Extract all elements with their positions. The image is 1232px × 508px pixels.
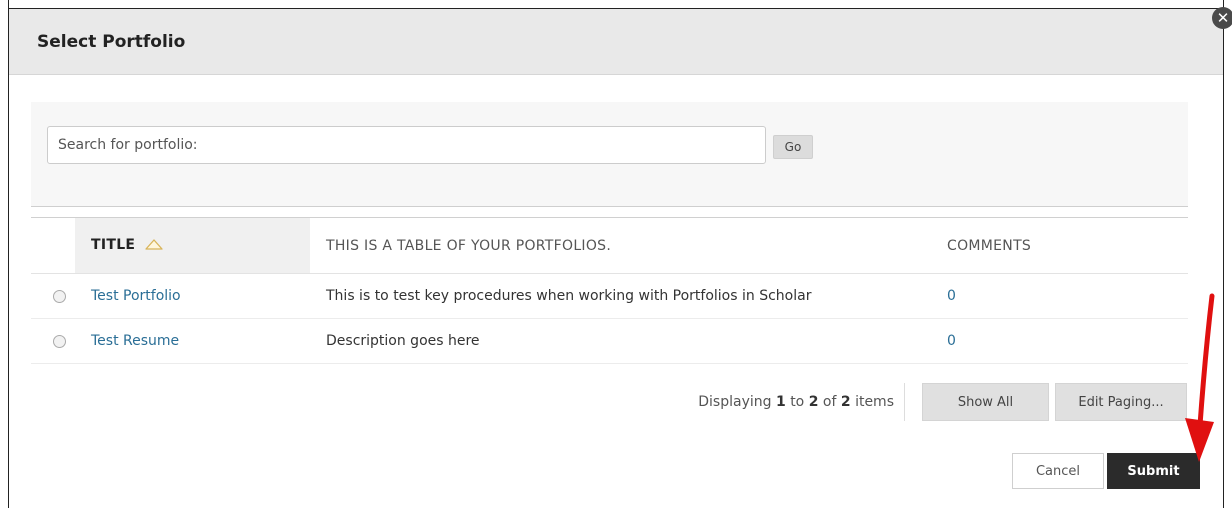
paging-to-word: to <box>790 394 805 410</box>
row-title-cell: Test Resume <box>75 318 310 364</box>
close-icon[interactable]: ✕ <box>1212 7 1232 29</box>
row-radio[interactable] <box>53 334 66 348</box>
show-all-button[interactable]: Show All <box>922 383 1049 421</box>
header-radio-column <box>31 218 75 274</box>
sort-ascending-icon[interactable] <box>145 238 164 254</box>
paging-to: 2 <box>808 394 819 410</box>
portfolio-title-link[interactable]: Test Resume <box>91 333 179 349</box>
paging-suffix: items <box>855 394 894 410</box>
portfolio-table: TITLE THIS IS A TABLE OF YOUR PORTFOLIOS… <box>31 218 1188 364</box>
red-arrow-icon <box>1185 293 1215 462</box>
portfolio-title-link[interactable]: Test Portfolio <box>91 288 181 304</box>
comments-count-link[interactable]: 0 <box>947 333 956 349</box>
go-button[interactable]: Go <box>773 135 813 159</box>
paging-status: Displaying 1 to 2 of 2 items <box>698 383 905 421</box>
comments-count-link[interactable]: 0 <box>947 288 956 304</box>
dialog-title: Select Portfolio <box>37 31 186 52</box>
edit-paging-button[interactable]: Edit Paging... <box>1055 383 1187 421</box>
row-radio[interactable] <box>53 289 66 303</box>
paging-prefix: Displaying <box>698 394 772 410</box>
dialog-header: Select Portfolio <box>9 9 1223 75</box>
table-row: Test Resume Description goes here 0 <box>31 318 1188 364</box>
row-title-cell: Test Portfolio <box>75 273 310 319</box>
paging-from: 1 <box>775 394 786 410</box>
row-select-cell <box>31 273 75 319</box>
row-select-cell <box>31 318 75 364</box>
page-right-border <box>1223 0 1224 508</box>
header-comments[interactable]: COMMENTS <box>931 218 1188 274</box>
paging-of-word: of <box>822 394 837 410</box>
header-description: THIS IS A TABLE OF YOUR PORTFOLIOS. <box>310 218 931 274</box>
row-description: This is to test key procedures when work… <box>310 273 931 319</box>
search-input[interactable] <box>47 126 766 164</box>
row-comments-cell: 0 <box>931 273 1188 319</box>
cancel-button[interactable]: Cancel <box>1012 453 1104 489</box>
header-title[interactable]: TITLE <box>75 218 310 274</box>
table-header-row: TITLE THIS IS A TABLE OF YOUR PORTFOLIOS… <box>31 218 1188 274</box>
portfolio-table-area: TITLE THIS IS A TABLE OF YOUR PORTFOLIOS… <box>31 217 1188 364</box>
select-portfolio-dialog: Select Portfolio Go TITLE TH <box>9 9 1223 508</box>
row-description: Description goes here <box>310 318 931 364</box>
paging-bar: Displaying 1 to 2 of 2 items Show All Ed… <box>31 383 1188 428</box>
header-title-label: TITLE <box>91 237 136 253</box>
row-comments-cell: 0 <box>931 318 1188 364</box>
search-panel: Go <box>31 102 1188 207</box>
paging-total: 2 <box>840 394 851 410</box>
table-row: Test Portfolio This is to test key proce… <box>31 273 1188 319</box>
